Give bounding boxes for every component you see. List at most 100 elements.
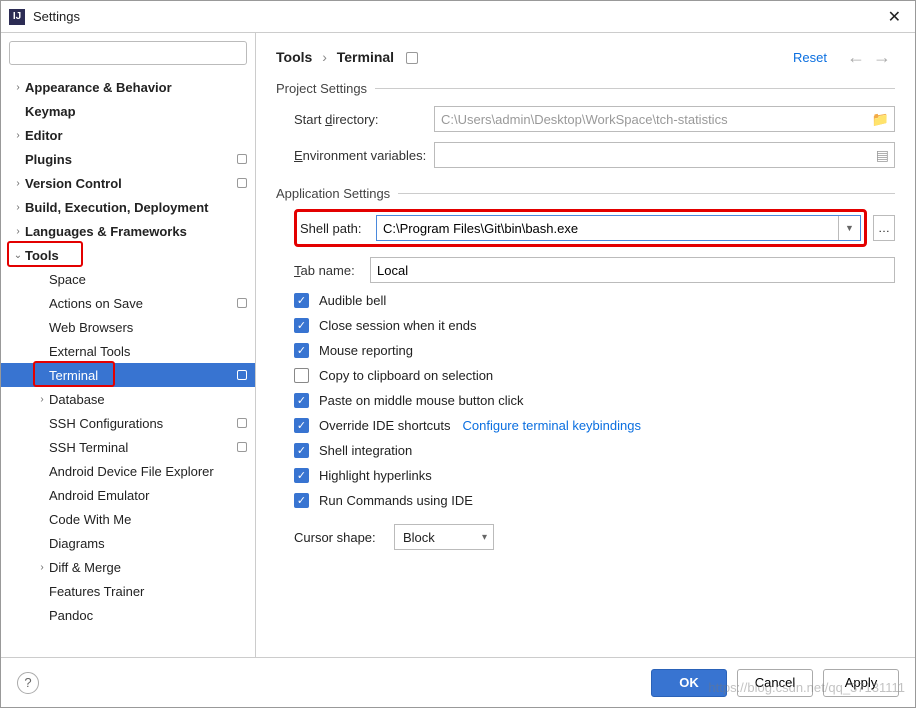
- settings-tree[interactable]: ›Appearance & BehaviorKeymap›EditorPlugi…: [1, 73, 255, 657]
- search-input[interactable]: [9, 41, 247, 65]
- sidebar-item-android-emulator[interactable]: Android Emulator: [1, 483, 255, 507]
- start-dir-input[interactable]: [434, 106, 895, 132]
- sidebar-item-label: Diagrams: [49, 536, 247, 551]
- browse-button[interactable]: …: [873, 215, 895, 241]
- sidebar-item-space[interactable]: Space: [1, 267, 255, 291]
- sidebar-item-pandoc[interactable]: Pandoc: [1, 603, 255, 627]
- sidebar-item-label: Keymap: [25, 104, 247, 119]
- sidebar-item-version-control[interactable]: ›Version Control: [1, 171, 255, 195]
- project-badge-icon: [237, 298, 247, 308]
- expand-icon: ⌄: [11, 250, 25, 261]
- checkbox-row: ✓ Run Commands using IDE: [294, 493, 895, 508]
- checkbox-row: Copy to clipboard on selection: [294, 368, 895, 383]
- cursor-shape-select[interactable]: Block: [394, 524, 494, 550]
- sidebar-item-web-browsers[interactable]: Web Browsers: [1, 315, 255, 339]
- sidebar-item-features-trainer[interactable]: Features Trainer: [1, 579, 255, 603]
- checkbox[interactable]: ✓: [294, 318, 309, 333]
- sidebar-item-database[interactable]: ›Database: [1, 387, 255, 411]
- breadcrumb-sep: ›: [322, 49, 327, 65]
- sidebar-item-label: SSH Configurations: [49, 416, 233, 431]
- sidebar-item-label: SSH Terminal: [49, 440, 233, 455]
- expand-icon: ›: [11, 178, 25, 189]
- sidebar: ›Appearance & BehaviorKeymap›EditorPlugi…: [1, 33, 256, 657]
- shell-path-label: Shell path:: [300, 221, 376, 236]
- checkbox[interactable]: ✓: [294, 418, 309, 433]
- sidebar-item-label: Web Browsers: [49, 320, 247, 335]
- reset-link[interactable]: Reset: [793, 50, 827, 65]
- checkbox-label: Shell integration: [319, 443, 412, 458]
- application-settings-legend: Application Settings: [276, 186, 398, 201]
- checkbox[interactable]: ✓: [294, 493, 309, 508]
- checkbox-row: ✓ Shell integration: [294, 443, 895, 458]
- cursor-shape-label: Cursor shape:: [294, 530, 394, 545]
- sidebar-item-diff-merge[interactable]: ›Diff & Merge: [1, 555, 255, 579]
- tab-name-input[interactable]: [370, 257, 895, 283]
- checkbox-label: Override IDE shortcuts: [319, 418, 451, 433]
- ok-button[interactable]: OK: [651, 669, 727, 697]
- sidebar-item-external-tools[interactable]: External Tools: [1, 339, 255, 363]
- sidebar-item-keymap[interactable]: Keymap: [1, 99, 255, 123]
- chevron-down-icon[interactable]: ▼: [838, 216, 860, 240]
- sidebar-item-android-device-file-explorer[interactable]: Android Device File Explorer: [1, 459, 255, 483]
- cancel-button[interactable]: Cancel: [737, 669, 813, 697]
- cursor-shape-value: Block: [403, 530, 435, 545]
- sidebar-item-diagrams[interactable]: Diagrams: [1, 531, 255, 555]
- checkbox-label: Copy to clipboard on selection: [319, 368, 493, 383]
- sidebar-item-ssh-configurations[interactable]: SSH Configurations: [1, 411, 255, 435]
- sidebar-item-code-with-me[interactable]: Code With Me: [1, 507, 255, 531]
- sidebar-item-label: Version Control: [25, 176, 233, 191]
- list-icon[interactable]: ▤: [876, 147, 889, 164]
- main-panel: Tools › Terminal Reset ← → Project Setti…: [256, 33, 915, 657]
- content: Project Settings Start directory: 📁 Envi…: [276, 81, 895, 657]
- sidebar-item-plugins[interactable]: Plugins: [1, 147, 255, 171]
- window-title: Settings: [33, 9, 882, 24]
- apply-button[interactable]: Apply: [823, 669, 899, 697]
- footer: ? OK Cancel Apply: [1, 657, 915, 707]
- configure-keybindings-link[interactable]: Configure terminal keybindings: [463, 418, 641, 433]
- sidebar-item-tools[interactable]: ⌄Tools: [1, 243, 255, 267]
- checkbox-label: Highlight hyperlinks: [319, 468, 432, 483]
- nav-forward-icon[interactable]: →: [873, 47, 891, 68]
- checkbox[interactable]: [294, 368, 309, 383]
- sidebar-item-label: Terminal: [49, 368, 233, 383]
- project-badge-icon: [237, 154, 247, 164]
- breadcrumb-leaf: Terminal: [337, 49, 394, 65]
- checkbox[interactable]: ✓: [294, 393, 309, 408]
- sidebar-item-ssh-terminal[interactable]: SSH Terminal: [1, 435, 255, 459]
- checkbox[interactable]: ✓: [294, 443, 309, 458]
- expand-icon: ›: [35, 562, 49, 573]
- nav-back-icon[interactable]: ←: [847, 47, 865, 68]
- checkbox-label: Paste on middle mouse button click: [319, 393, 524, 408]
- checkbox[interactable]: ✓: [294, 468, 309, 483]
- shell-path-combo[interactable]: ▼: [376, 215, 861, 241]
- shell-path-input[interactable]: [377, 216, 838, 240]
- sidebar-item-label: Code With Me: [49, 512, 247, 527]
- folder-icon[interactable]: 📁: [872, 111, 889, 128]
- checkbox-label: Close session when it ends: [319, 318, 477, 333]
- sidebar-item-label: Pandoc: [49, 608, 247, 623]
- start-dir-label: Start directory:: [294, 112, 434, 127]
- close-icon[interactable]: ✕: [882, 7, 907, 27]
- breadcrumb: Tools › Terminal: [276, 49, 418, 65]
- sidebar-item-label: Features Trainer: [49, 584, 247, 599]
- checkbox-row: ✓ Paste on middle mouse button click: [294, 393, 895, 408]
- sidebar-item-label: Appearance & Behavior: [25, 80, 247, 95]
- help-icon[interactable]: ?: [17, 672, 39, 694]
- checkbox[interactable]: ✓: [294, 343, 309, 358]
- sidebar-item-label: External Tools: [49, 344, 247, 359]
- expand-icon: ›: [11, 130, 25, 141]
- shell-path-highlight: Shell path: ▼: [294, 209, 867, 247]
- sidebar-item-terminal[interactable]: Terminal: [1, 363, 255, 387]
- checkbox[interactable]: ✓: [294, 293, 309, 308]
- sidebar-item-actions-on-save[interactable]: Actions on Save: [1, 291, 255, 315]
- checkbox-label: Run Commands using IDE: [319, 493, 473, 508]
- env-vars-input[interactable]: [434, 142, 895, 168]
- checkbox-row: ✓ Highlight hyperlinks: [294, 468, 895, 483]
- env-vars-label: Environment variables:: [294, 148, 434, 163]
- sidebar-item-editor[interactable]: ›Editor: [1, 123, 255, 147]
- sidebar-item-languages-frameworks[interactable]: ›Languages & Frameworks: [1, 219, 255, 243]
- sidebar-item-build-execution-deployment[interactable]: ›Build, Execution, Deployment: [1, 195, 255, 219]
- checkbox-row: ✓ Close session when it ends: [294, 318, 895, 333]
- sidebar-item-appearance-behavior[interactable]: ›Appearance & Behavior: [1, 75, 255, 99]
- breadcrumb-row: Tools › Terminal Reset ← →: [276, 43, 895, 71]
